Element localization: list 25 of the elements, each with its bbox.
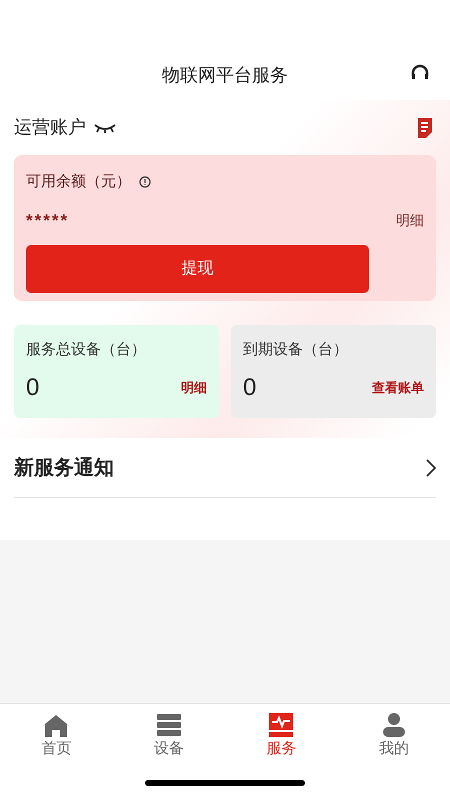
stat-label: 到期设备（台）: [243, 340, 349, 360]
withdraw-button[interactable]: 提现: [26, 245, 369, 293]
stat-value: 0: [243, 372, 256, 402]
person-icon: [380, 712, 407, 738]
closed-eye-icon[interactable]: [94, 122, 116, 132]
page-title: 物联网平台服务: [162, 64, 288, 86]
house-icon: [43, 712, 70, 738]
tab-item[interactable]: 服务: [225, 704, 338, 765]
pulse-icon: [268, 712, 294, 738]
stat-value: 0: [26, 372, 40, 402]
stat-link[interactable]: 查看账单: [372, 378, 424, 398]
account-title: 运营账户: [14, 116, 86, 139]
info-icon[interactable]: [139, 176, 151, 188]
hidden-balance: *****: [26, 210, 70, 232]
notice-title: 新服务通知: [14, 456, 114, 480]
tab-item[interactable]: 设备: [112, 704, 225, 765]
stat-label: 服务总设备（台）: [26, 340, 147, 360]
tab-item[interactable]: 我的: [338, 704, 450, 765]
server-icon: [156, 712, 182, 738]
detail-link[interactable]: 明细: [396, 210, 424, 231]
chevron-right-icon[interactable]: [426, 458, 436, 476]
balance-label: 可用余额（元）: [26, 172, 131, 192]
document-icon[interactable]: [416, 118, 434, 138]
stat-link[interactable]: 明细: [181, 378, 207, 398]
tab-item[interactable]: 首页: [0, 704, 112, 765]
